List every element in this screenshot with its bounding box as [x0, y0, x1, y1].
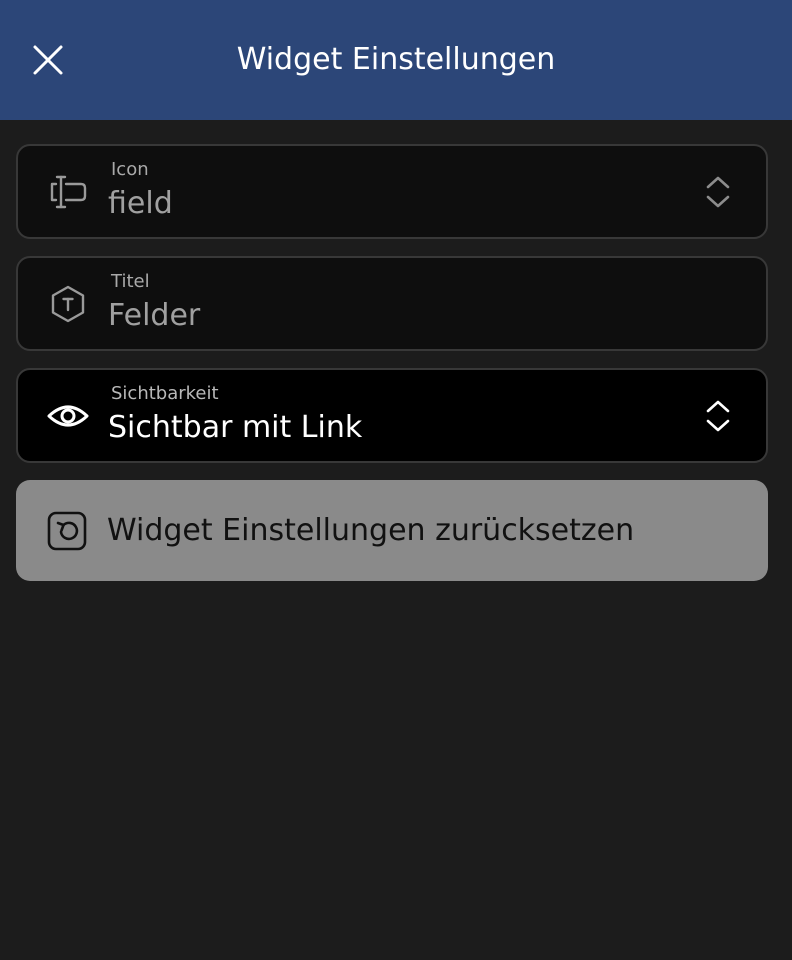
text-hexagon-icon: [46, 282, 90, 326]
icon-select-field[interactable]: Icon field: [16, 144, 768, 239]
reset-icon: [44, 508, 90, 554]
visibility-field-label: Sichtbarkeit: [111, 383, 219, 404]
app-header: Widget Einstellungen: [0, 0, 792, 120]
reset-button-label: Widget Einstellungen zurücksetzen: [107, 513, 635, 548]
icon-field-value: field: [108, 186, 173, 221]
visibility-field-value: Sichtbar mit Link: [108, 410, 363, 445]
title-field-value: Felder: [108, 298, 201, 333]
visibility-select-field[interactable]: Sichtbarkeit Sichtbar mit Link: [16, 368, 768, 463]
reset-settings-button[interactable]: Widget Einstellungen zurücksetzen: [16, 480, 768, 581]
icon-field-label: Icon: [111, 159, 149, 180]
chevron-up-down-icon: [700, 398, 736, 434]
title-field-label: Titel: [111, 271, 150, 292]
title-input-field[interactable]: Titel Felder: [16, 256, 768, 351]
chevron-up-down-icon: [700, 174, 736, 210]
page-title: Widget Einstellungen: [236, 42, 556, 77]
eye-icon: [46, 394, 90, 438]
field-icon: [46, 170, 90, 214]
